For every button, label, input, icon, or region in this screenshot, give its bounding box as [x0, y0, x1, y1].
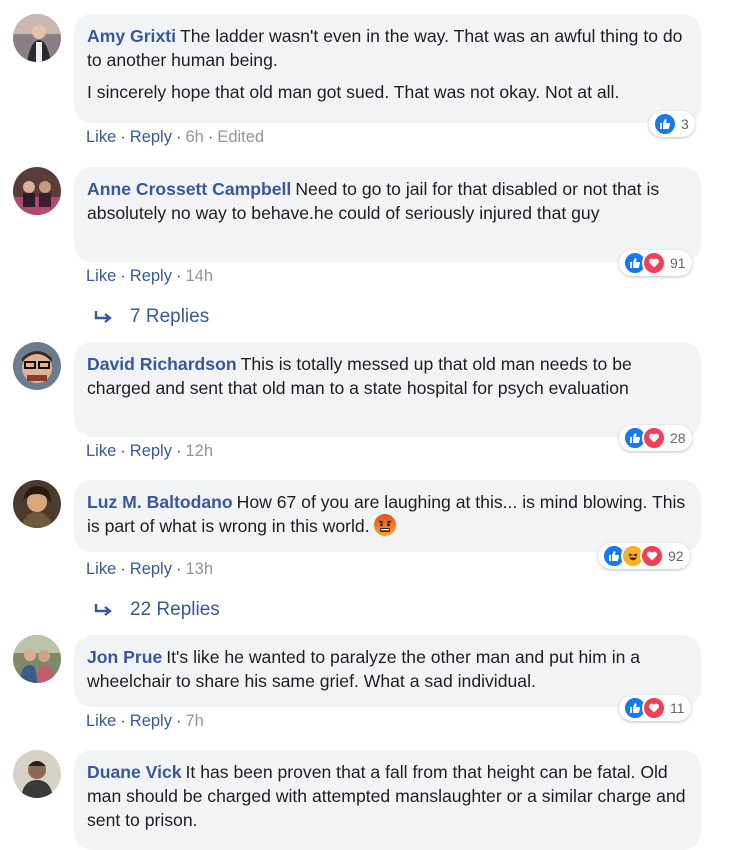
reaction-count: 3 — [681, 116, 689, 132]
comment-actions: Like · Reply · 6h · Edited — [86, 128, 265, 146]
like-link[interactable]: Like — [86, 560, 116, 578]
like-link[interactable]: Like — [86, 442, 116, 460]
view-replies-link[interactable]: 22 Replies — [94, 599, 220, 621]
comment-bubble: Duane Vick It has been proven that a fall… — [74, 750, 701, 850]
avatar[interactable] — [13, 14, 61, 62]
comment-timestamp[interactable]: 14h — [185, 267, 213, 285]
comment-author[interactable]: David Richardson — [87, 354, 237, 374]
reply-link[interactable]: Reply — [130, 442, 172, 460]
reactions-summary[interactable]: 28 — [619, 425, 692, 451]
reply-link[interactable]: Reply — [130, 267, 172, 285]
love-reaction-icon — [642, 696, 666, 720]
comment-actions: Like · Reply · 14h — [86, 267, 213, 285]
reactions-summary[interactable]: 11 — [619, 695, 691, 721]
like-link[interactable]: Like — [86, 267, 116, 285]
avatar[interactable] — [13, 480, 61, 528]
comment-timestamp[interactable]: 6h — [185, 128, 203, 146]
comment-author[interactable]: Luz M. Baltodano — [87, 492, 233, 512]
comment-timestamp[interactable]: 13h — [185, 560, 213, 578]
like-link[interactable]: Like — [86, 128, 116, 146]
comment-bubble: David Richardson This is totally messed u… — [74, 342, 701, 437]
reply-arrow-icon — [94, 311, 112, 323]
comment-bubble: Anne Crossett Campbell Need to go to jail… — [74, 167, 701, 262]
edited-label[interactable]: Edited — [217, 128, 264, 146]
comment-author[interactable]: Anne Crossett Campbell — [87, 179, 291, 199]
reaction-count: 28 — [670, 430, 686, 446]
love-reaction-icon — [640, 544, 664, 568]
view-replies-link[interactable]: 7 Replies — [94, 306, 209, 328]
avatar[interactable] — [13, 635, 61, 683]
reaction-count: 11 — [670, 700, 685, 716]
comment-timestamp[interactable]: 7h — [185, 712, 203, 730]
avatar[interactable] — [13, 750, 61, 798]
comment-actions: Like · Reply · 13h — [86, 560, 213, 578]
angry-face-emoji — [374, 514, 397, 536]
comment-timestamp[interactable]: 12h — [185, 442, 213, 460]
reactions-summary[interactable]: 91 — [619, 250, 692, 276]
reactions-summary[interactable]: 92 — [598, 543, 690, 569]
comment-bubble: Amy Grixti The ladder wasn't even in the … — [74, 14, 701, 123]
replies-count[interactable]: 22 Replies — [130, 599, 220, 621]
reply-arrow-icon — [94, 604, 112, 616]
reply-link[interactable]: Reply — [130, 128, 172, 146]
comment-bubble: Luz M. Baltodano How 67 of you are laughi… — [74, 480, 701, 552]
comment-bubble: Jon Prue It's like he wanted to paralyze … — [74, 635, 701, 707]
like-reaction-icon — [653, 112, 677, 136]
reaction-count: 91 — [670, 255, 686, 271]
avatar[interactable] — [13, 342, 61, 390]
comment-text: It's like he wanted to paralyze the othe… — [87, 647, 641, 691]
comment-author[interactable]: Amy Grixti — [87, 26, 176, 46]
replies-count[interactable]: 7 Replies — [130, 306, 209, 328]
love-reaction-icon — [642, 251, 666, 275]
reactions-summary[interactable]: 3 — [649, 111, 695, 137]
comment-text-2: I sincerely hope that old man got sued. … — [87, 82, 620, 102]
avatar[interactable] — [13, 167, 61, 215]
like-link[interactable]: Like — [86, 712, 116, 730]
reply-link[interactable]: Reply — [130, 712, 172, 730]
comment-actions: Like · Reply · 12h — [86, 442, 213, 460]
reaction-count: 92 — [668, 548, 684, 564]
comment-text: The ladder wasn't even in the way. That … — [87, 26, 683, 70]
comment-actions: Like · Reply · 7h — [86, 712, 204, 730]
comment-author[interactable]: Jon Prue — [87, 647, 162, 667]
love-reaction-icon — [642, 426, 666, 450]
comment-author[interactable]: Duane Vick — [87, 762, 182, 782]
reply-link[interactable]: Reply — [130, 560, 172, 578]
